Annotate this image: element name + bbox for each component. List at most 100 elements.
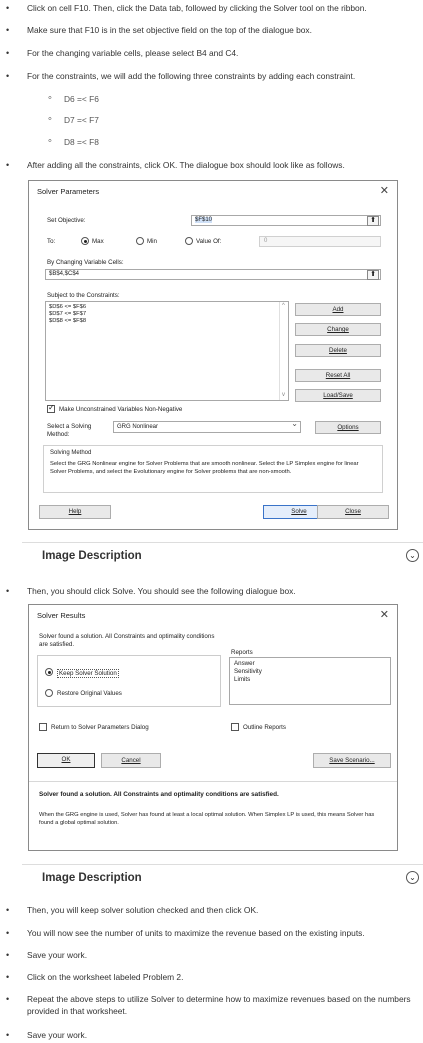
value-of-radio[interactable] (185, 237, 193, 245)
constraints-list[interactable]: $D$6 <= $F$6 $D$7 <= $F$7 $D$8 <= $F$8 ^… (45, 301, 289, 401)
keep-solution-label: Keep Solver Solution (57, 669, 119, 678)
restore-values-label: Restore Original Values (57, 690, 122, 697)
close-icon[interactable]: ✕ (380, 608, 389, 621)
options-button-label: Options (337, 424, 359, 431)
outline-reports-checkbox[interactable] (231, 723, 239, 731)
report-item[interactable]: Limits (234, 676, 250, 683)
delete-button[interactable]: Delete (295, 344, 381, 357)
constraint-sub-item: D8 =< F8 (48, 135, 99, 148)
collapse-arrow-icon[interactable]: ⬆ (367, 270, 379, 280)
image-description-label: Image Description (42, 550, 142, 562)
load-save-button[interactable]: Load/Save (295, 389, 381, 402)
image-description-toggle[interactable]: Image Description ⌄ (22, 542, 423, 571)
changing-cells-input[interactable]: $B$4,$C$4 (45, 269, 381, 280)
instruction-item: You will now see the number of units to … (6, 927, 419, 939)
report-item[interactable]: Answer (234, 660, 255, 667)
instruction-item: Save your work. (6, 949, 419, 961)
min-radio[interactable] (136, 237, 144, 245)
ok-button-label: OK (61, 756, 71, 763)
value-of-input[interactable]: 0 (259, 236, 381, 247)
nonneg-label: Make Unconstrained Variables Non-Negativ… (59, 406, 183, 413)
reports-label: Reports (231, 649, 253, 656)
cancel-button-label: Cancel (121, 757, 141, 764)
add-button-label: Add (332, 306, 344, 313)
restore-values-radio[interactable] (45, 689, 53, 697)
solve-button-label: Solve (291, 508, 307, 515)
close-button[interactable]: Close (317, 505, 389, 519)
min-label: Min (147, 238, 157, 245)
constraint-sub-item: D7 =< F7 (48, 113, 99, 126)
solving-method-title: Solving Method (50, 450, 92, 456)
return-dialog-label: Return to Solver Parameters Dialog (51, 724, 149, 731)
help-button[interactable]: Help (39, 505, 111, 519)
ok-button[interactable]: OK (37, 753, 95, 768)
image-description-toggle[interactable]: Image Description ⌄ (22, 864, 423, 893)
constraint-item[interactable]: $D$7 <= $F$7 (49, 311, 86, 317)
message-panel (29, 781, 397, 782)
set-objective-input[interactable]: $F$10 (191, 215, 381, 226)
result-bold-message: Solver found a solution. All Constraints… (39, 791, 279, 798)
constraints-label: Subject to the Constraints: (47, 292, 120, 299)
instruction-item: Then, you will keep solver solution chec… (6, 904, 419, 916)
cancel-button[interactable]: Cancel (101, 753, 161, 768)
scroll-up-icon[interactable]: ^ (282, 303, 285, 309)
save-scenario-button[interactable]: Save Scenario... (313, 753, 391, 768)
solution-options-group (37, 655, 221, 707)
close-button-label: Close (345, 508, 361, 515)
solution-found-text: Solver found a solution. All Constraints… (39, 633, 215, 648)
solver-parameters-dialog: Solver Parameters ✕ Set Objective: $F$10… (28, 180, 398, 530)
return-dialog-checkbox[interactable] (39, 723, 47, 731)
change-button[interactable]: Change (295, 323, 381, 336)
instruction-item: Then, you should click Solve. You should… (6, 585, 419, 597)
reports-list[interactable]: Answer Sensitivity Limits (229, 657, 391, 705)
solver-results-dialog: Solver Results ✕ Solver found a solution… (28, 604, 398, 851)
close-icon[interactable]: ✕ (380, 184, 389, 197)
instruction-item: Save your work. (6, 1029, 419, 1041)
changing-cells-label: By Changing Variable Cells: (47, 259, 124, 266)
constraint-item[interactable]: $D$6 <= $F$6 (49, 304, 86, 310)
instruction-item: Click on cell F10. Then, click the Data … (6, 2, 419, 14)
constraint-sub-item: D6 =< F6 (48, 92, 99, 105)
reset-all-button[interactable]: Reset All (295, 369, 381, 382)
max-radio[interactable] (81, 237, 89, 245)
scroll-down-icon[interactable]: v (282, 392, 285, 398)
report-item[interactable]: Sensitivity (234, 668, 262, 675)
chevron-down-icon[interactable]: ⌄ (406, 871, 419, 884)
set-objective-value: $F$10 (195, 217, 213, 223)
instruction-item: Repeat the above steps to utilize Solver… (6, 993, 419, 1017)
dialog-title: Solver Parameters (37, 187, 100, 196)
solving-method-text: Select the GRG Nonlinear engine for Solv… (50, 461, 359, 475)
method-select-value: GRG Nonlinear (117, 424, 159, 430)
nonneg-checkbox[interactable] (47, 403, 55, 413)
outline-reports-label: Outline Reports (243, 724, 286, 731)
instruction-item: For the constraints, we will add the fol… (6, 70, 419, 82)
value-of-label: Value Of: (196, 238, 222, 245)
reset-all-button-label: Reset All (325, 372, 351, 379)
solving-method-group: Solving Method Select the GRG Nonlinear … (43, 445, 383, 493)
instruction-item: After adding all the constraints, click … (6, 159, 419, 171)
method-label-line2: Method: (47, 431, 70, 438)
options-button[interactable]: Options (315, 421, 381, 434)
value-of-value: 0 (264, 238, 268, 244)
image-description-label: Image Description (42, 872, 142, 884)
keep-solution-radio[interactable] (45, 668, 53, 676)
max-label: Max (92, 238, 104, 245)
changing-cells-value: $B$4,$C$4 (49, 271, 80, 277)
save-scenario-button-label: Save Scenario... (329, 757, 375, 764)
method-label: Select a Solving (47, 423, 92, 430)
instruction-item: For the changing variable cells, please … (6, 47, 419, 59)
result-detail-message: When the GRG engine is used, Solver has … (39, 812, 375, 826)
change-button-label: Change (327, 326, 349, 333)
constraint-item[interactable]: $D$8 <= $F$8 (49, 318, 86, 324)
instruction-item: Make sure that F10 is in the set objecti… (6, 24, 419, 36)
collapse-arrow-icon[interactable]: ⬆ (367, 216, 379, 226)
set-objective-label: Set Objective: (47, 217, 86, 224)
instruction-item: Click on the worksheet labeled Problem 2… (6, 971, 419, 983)
chevron-down-icon[interactable]: ⌄ (406, 549, 419, 562)
add-button[interactable]: Add (295, 303, 381, 316)
scrollbar[interactable]: ^ v (279, 302, 288, 400)
help-button-label: Help (68, 508, 82, 515)
chevron-down-icon: ⌄ (291, 419, 298, 428)
method-select[interactable]: GRG Nonlinear ⌄ (113, 419, 301, 433)
to-label: To: (47, 238, 56, 245)
